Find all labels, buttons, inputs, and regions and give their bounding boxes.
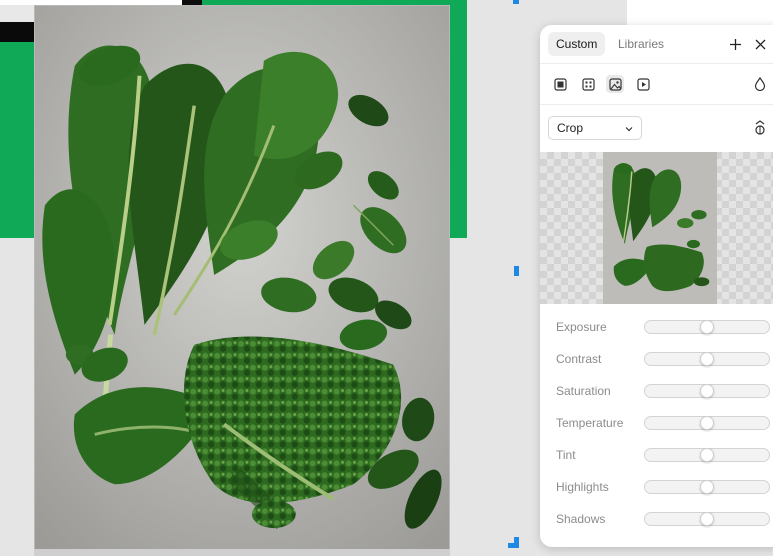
scale-mode-row: Crop (540, 105, 773, 152)
chevron-down-icon (625, 121, 633, 135)
image-preview-thumbnail (603, 152, 717, 304)
slider-thumb[interactable] (700, 416, 714, 430)
pattern-fill-icon[interactable] (579, 75, 597, 93)
adjustment-label: Contrast (556, 352, 602, 366)
tab-libraries[interactable]: Libraries (610, 32, 672, 56)
slider-thumb[interactable] (700, 448, 714, 462)
tab-custom[interactable]: Custom (548, 32, 606, 56)
adjustment-label: Tint (556, 448, 576, 462)
scale-mode-value: Crop (557, 121, 584, 135)
slider-thumb[interactable] (700, 320, 714, 334)
slider-thumb[interactable] (700, 352, 714, 366)
selection-handle-right[interactable] (514, 266, 519, 276)
slider-thumb[interactable] (700, 480, 714, 494)
adjustment-saturation: Saturation (540, 375, 773, 407)
image-preview[interactable] (540, 152, 773, 304)
video-fill-icon[interactable] (634, 75, 652, 93)
adjustment-label: Highlights (556, 480, 609, 494)
plus-icon[interactable] (723, 32, 747, 56)
adjustments-list: Exposure Contrast Saturation Temperature… (540, 304, 773, 535)
selection-handle-top[interactable] (513, 0, 519, 4)
rotate-icon[interactable] (751, 119, 769, 137)
contrast-slider[interactable] (644, 352, 770, 366)
close-icon[interactable] (748, 32, 772, 56)
selection-handle-corner[interactable] (508, 537, 519, 548)
greens-photo-image (35, 6, 449, 549)
adjustment-shadows: Shadows (540, 503, 773, 535)
panel-header: Custom Libraries (540, 25, 773, 64)
adjustment-contrast: Contrast (540, 343, 773, 375)
image-fill-icon[interactable] (606, 75, 624, 93)
slider-thumb[interactable] (700, 384, 714, 398)
drop-icon[interactable] (751, 75, 769, 93)
tint-slider[interactable] (644, 448, 770, 462)
scale-mode-select[interactable]: Crop (548, 116, 642, 140)
adjustment-label: Exposure (556, 320, 607, 334)
adjustment-temperature: Temperature (540, 407, 773, 439)
adjustment-label: Shadows (556, 512, 606, 526)
adjustment-label: Saturation (556, 384, 611, 398)
slider-thumb[interactable] (700, 512, 714, 526)
highlights-slider[interactable] (644, 480, 770, 494)
adjustment-tint: Tint (540, 439, 773, 471)
exposure-slider[interactable] (644, 320, 770, 334)
adjustment-label: Temperature (556, 416, 624, 430)
adjustment-exposure: Exposure (540, 311, 773, 343)
shadows-slider[interactable] (644, 512, 770, 526)
greens-photo[interactable] (34, 5, 450, 550)
fill-type-row (540, 64, 773, 105)
fill-panel: Custom Libraries Crop Exposure Contrast … (540, 25, 773, 547)
canvas-bottom-edge (34, 549, 450, 556)
temperature-slider[interactable] (644, 416, 770, 430)
adjustment-highlights: Highlights (540, 471, 773, 503)
saturation-slider[interactable] (644, 384, 770, 398)
solid-fill-icon[interactable] (551, 75, 569, 93)
